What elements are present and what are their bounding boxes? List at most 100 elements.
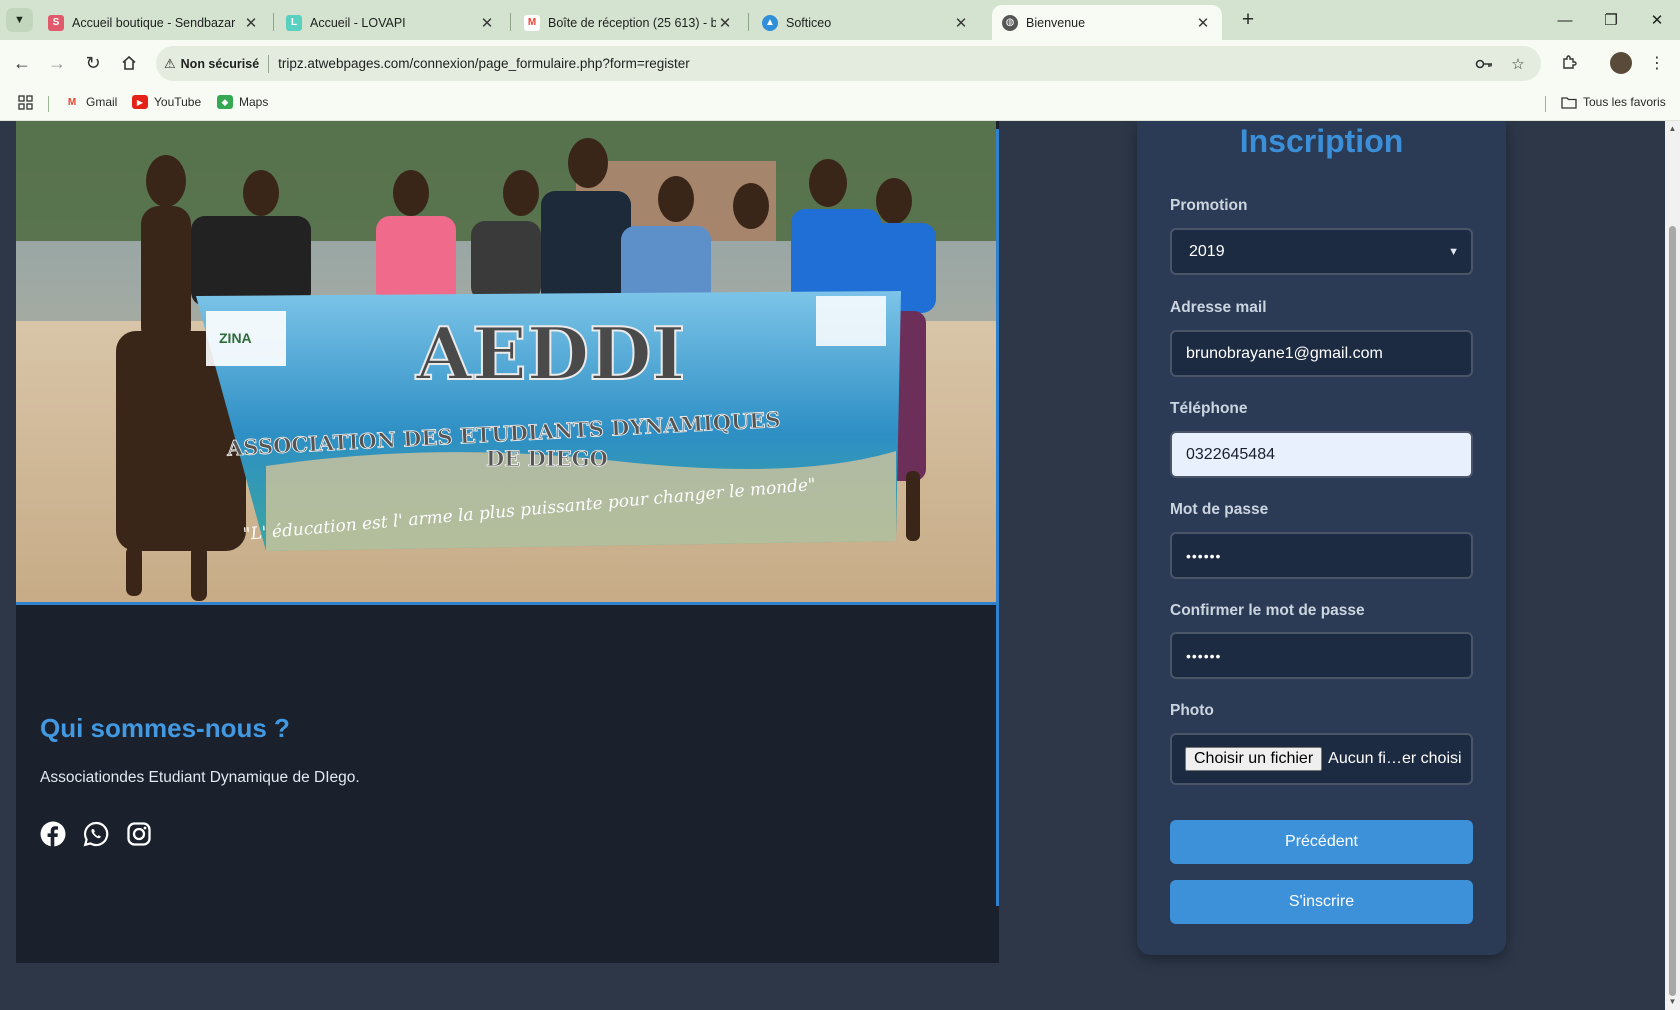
warning-icon: ⚠ — [164, 55, 176, 71]
page-content: ZINA AEDDI ASSOCIATION DES ETUDIANTS DYN… — [0, 121, 1665, 1010]
minimize-icon: — — [1557, 11, 1573, 29]
email-field[interactable]: brunobrayane1@gmail.com — [1170, 330, 1473, 377]
arrow-right-icon: → — [48, 52, 66, 73]
social-links — [40, 821, 152, 847]
forward-button[interactable]: → — [44, 50, 70, 76]
tab-search-button[interactable]: ▼ — [6, 8, 33, 32]
banner-badge-text: ZINA — [219, 330, 252, 346]
facebook-link[interactable] — [40, 821, 66, 847]
reload-button[interactable]: ↻ — [80, 50, 106, 76]
tab-strip: ▼ S Accueil boutique - Sendbazar ✕ L Acc… — [0, 0, 1680, 40]
page-scrollbar[interactable]: ▲ ▼ — [1665, 121, 1680, 1010]
scroll-down-icon[interactable]: ▼ — [1668, 997, 1677, 1006]
url-text[interactable]: tripz.atwebpages.com/connexion/page_form… — [278, 56, 690, 71]
photo-label: Photo — [1170, 702, 1214, 719]
promotion-value: 2019 — [1189, 242, 1225, 260]
gmail-icon: M — [67, 96, 77, 108]
home-icon — [122, 55, 136, 70]
security-indicator[interactable]: ⚠ Non sécurisé — [156, 56, 259, 72]
close-icon[interactable]: ✕ — [952, 14, 970, 32]
apps-button[interactable] — [18, 95, 33, 110]
about-title: Qui sommes-nous ? — [40, 713, 290, 743]
new-tab-button[interactable]: + — [1234, 6, 1262, 34]
bookmark-youtube[interactable]: ▶ YouTube — [132, 95, 201, 109]
restore-button[interactable]: ❐ — [1588, 4, 1634, 36]
softiceo-icon: ▲ — [762, 14, 778, 31]
about-panel: ZINA AEDDI ASSOCIATION DES ETUDIANTS DYN… — [16, 121, 999, 963]
whatsapp-icon — [83, 821, 109, 847]
home-button[interactable] — [116, 50, 142, 76]
more-vertical-icon: ⋮ — [1649, 55, 1665, 72]
phone-value: 0322645484 — [1186, 445, 1275, 463]
globe-icon: ◍ — [1002, 14, 1018, 31]
password-key-icon[interactable] — [1472, 52, 1496, 76]
apps-grid-icon — [18, 95, 33, 110]
tab-gmail-inbox[interactable]: M Boîte de réception (25 613) - br ✕ — [514, 5, 744, 40]
address-bar[interactable]: ⚠ Non sécurisé tripz.atwebpages.com/conn… — [156, 46, 1541, 81]
register-button[interactable]: S'inscrire — [1170, 880, 1473, 924]
browser-toolbar: ← → ↻ ⚠ Non sécurisé tripz.atwebpages.co… — [0, 40, 1680, 87]
folder-icon — [1561, 96, 1577, 109]
confirm-password-field[interactable]: •••••• — [1170, 632, 1473, 679]
whatsapp-link[interactable] — [83, 821, 109, 847]
email-label: Adresse mail — [1170, 299, 1267, 316]
bookmarks-divider — [1545, 96, 1546, 112]
avatar — [1610, 52, 1632, 74]
password-label: Mot de passe — [1170, 501, 1269, 518]
bookmark-star-icon[interactable]: ☆ — [1506, 52, 1530, 76]
banner-title: AEDDI — [415, 311, 685, 396]
address-divider — [268, 54, 270, 73]
about-description: Associationdes Etudiant Dynamique de DIe… — [40, 769, 360, 786]
tab-divider — [748, 13, 749, 31]
browser-menu-button[interactable]: ⋮ — [1643, 49, 1671, 77]
group-photo: ZINA AEDDI ASSOCIATION DES ETUDIANTS DYN… — [16, 121, 996, 605]
close-icon[interactable]: ✕ — [242, 14, 260, 32]
close-icon[interactable]: ✕ — [478, 14, 496, 32]
tab-softiceo[interactable]: ▲ Softiceo ✕ — [752, 5, 980, 40]
maps-icon: ◆ — [217, 95, 233, 109]
bookmarks-divider — [48, 96, 49, 112]
tab-lovapi[interactable]: L Accueil - LOVAPI ✕ — [276, 5, 506, 40]
plus-icon: + — [1241, 8, 1255, 31]
confirm-password-value: •••••• — [1186, 647, 1222, 664]
email-value: brunobrayane1@gmail.com — [1186, 344, 1383, 362]
bookmark-maps[interactable]: ◆ Maps — [217, 95, 268, 109]
close-window-button[interactable]: ✕ — [1634, 4, 1680, 36]
lovapi-icon: L — [286, 14, 302, 31]
promotion-select[interactable]: 2019 ▼ — [1170, 228, 1473, 275]
previous-button[interactable]: Précédent — [1170, 820, 1473, 864]
promotion-label: Promotion — [1170, 197, 1248, 214]
instagram-icon — [127, 822, 151, 846]
facebook-icon — [40, 821, 66, 847]
password-field[interactable]: •••••• — [1170, 532, 1473, 579]
bookmarks-bar: M Gmail ▶ YouTube ◆ Maps Tous les favori… — [0, 87, 1680, 121]
close-icon[interactable]: ✕ — [716, 14, 734, 32]
chevron-down-icon: ▼ — [14, 14, 25, 26]
bookmark-gmail[interactable]: M Gmail — [64, 95, 118, 109]
all-bookmarks-button[interactable]: Tous les favoris — [1561, 95, 1666, 109]
scrollbar-thumb[interactable] — [1669, 226, 1676, 996]
tab-divider — [273, 13, 274, 31]
arrow-left-icon: ← — [13, 52, 31, 73]
photo-file-input[interactable]: Choisir un fichier Aucun fi…er choisi — [1170, 733, 1473, 785]
form-title: Inscription — [1239, 123, 1404, 159]
back-button[interactable]: ← — [9, 50, 35, 76]
tab-bienvenue[interactable]: ◍ Bienvenue ✕ — [992, 5, 1222, 40]
file-status: Aucun fi…er choisi — [1328, 750, 1462, 767]
extensions-button[interactable] — [1555, 49, 1583, 77]
profile-button[interactable] — [1607, 49, 1635, 77]
tab-sendbazar[interactable]: S Accueil boutique - Sendbazar ✕ — [38, 5, 270, 40]
restore-icon: ❐ — [1604, 12, 1618, 29]
puzzle-icon — [1563, 55, 1577, 69]
gmail-icon: M — [524, 14, 540, 31]
password-value: •••••• — [1186, 547, 1222, 564]
phone-label: Téléphone — [1170, 400, 1248, 417]
phone-field[interactable]: 0322645484 — [1170, 431, 1473, 478]
panel-accent-line — [996, 129, 999, 906]
close-icon[interactable]: ✕ — [1194, 14, 1212, 32]
registration-form: Inscription Promotion 2019 ▼ Adresse mai… — [1137, 121, 1506, 955]
choose-file-button[interactable]: Choisir un fichier — [1185, 747, 1323, 771]
scroll-up-icon[interactable]: ▲ — [1668, 124, 1677, 133]
minimize-button[interactable]: — — [1542, 4, 1588, 36]
instagram-link[interactable] — [126, 821, 152, 847]
